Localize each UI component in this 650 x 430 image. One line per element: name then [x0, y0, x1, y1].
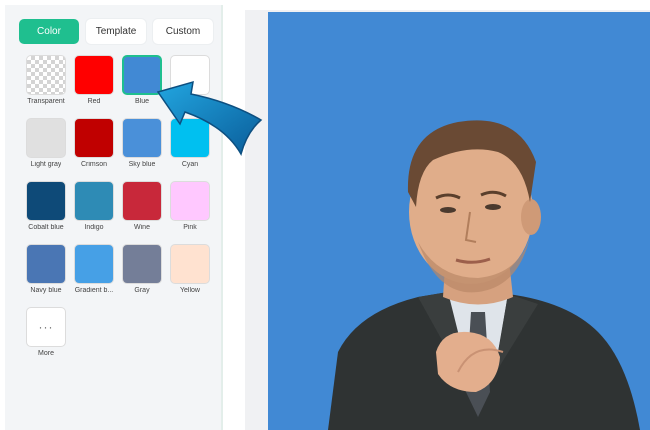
- swatch-transparent[interactable]: Transparent: [22, 55, 70, 113]
- swatch-indigo[interactable]: Indigo: [70, 181, 118, 239]
- image-preview[interactable]: [268, 12, 650, 430]
- color-swatch[interactable]: [74, 181, 114, 221]
- swatch-label: Gradient b...: [74, 287, 114, 294]
- color-swatch[interactable]: [74, 118, 114, 158]
- more-label: More: [38, 350, 54, 357]
- swatch-label: Cobalt blue: [28, 224, 64, 231]
- swatch-label: Crimson: [80, 161, 108, 168]
- color-swatch[interactable]: [26, 244, 66, 284]
- color-swatch[interactable]: [170, 181, 210, 221]
- background-tabs: Color Template Custom: [19, 19, 213, 44]
- swatch-cobalt-blue[interactable]: Cobalt blue: [22, 181, 70, 239]
- swatch-wine[interactable]: Wine: [118, 181, 166, 239]
- swatch-gray[interactable]: Gray: [118, 244, 166, 302]
- swatch-label: Gray: [134, 287, 150, 294]
- color-swatch[interactable]: [122, 181, 162, 221]
- swatch-red[interactable]: Red: [70, 55, 118, 113]
- swatch-label: Navy blue: [30, 287, 62, 294]
- swatch-gradient-b[interactable]: Gradient b...: [70, 244, 118, 302]
- pointer-arrow-icon: [156, 80, 263, 156]
- man-in-suit-photo: [328, 120, 640, 430]
- color-swatch[interactable]: [74, 244, 114, 284]
- swatch-light-gray[interactable]: Light gray: [22, 118, 70, 176]
- more-dots-icon[interactable]: ···: [26, 307, 66, 347]
- color-swatch[interactable]: [74, 55, 114, 95]
- swatch-crimson[interactable]: Crimson: [70, 118, 118, 176]
- swatch-label: Pink: [183, 224, 197, 231]
- color-panel: Color Template Custom Transparent Red Blue…: [5, 5, 223, 430]
- color-swatch[interactable]: [26, 118, 66, 158]
- swatch-yellow[interactable]: Yellow: [166, 244, 214, 302]
- color-swatch[interactable]: [26, 181, 66, 221]
- swatch-label: Light gray: [30, 161, 62, 168]
- tab-color[interactable]: Color: [19, 19, 79, 44]
- more-colors-button[interactable]: ··· More: [22, 307, 70, 365]
- swatch-label: Yellow: [180, 287, 200, 294]
- swatch-label: Cyan: [181, 161, 199, 168]
- tab-template[interactable]: Template: [86, 19, 146, 44]
- color-swatch[interactable]: [170, 244, 210, 284]
- swatch-label: Red: [87, 98, 101, 105]
- swatch-navy-blue[interactable]: Navy blue: [22, 244, 70, 302]
- tab-custom[interactable]: Custom: [153, 19, 213, 44]
- swatch-label: Wine: [134, 224, 150, 231]
- color-swatch[interactable]: [122, 244, 162, 284]
- swatch-label: Blue: [134, 98, 149, 105]
- swatch-pink[interactable]: Pink: [166, 181, 214, 239]
- color-swatch[interactable]: [26, 55, 66, 95]
- swatch-label: Transparent: [27, 98, 65, 105]
- swatch-label: Sky blue: [128, 161, 156, 168]
- swatch-label: Indigo: [84, 224, 104, 231]
